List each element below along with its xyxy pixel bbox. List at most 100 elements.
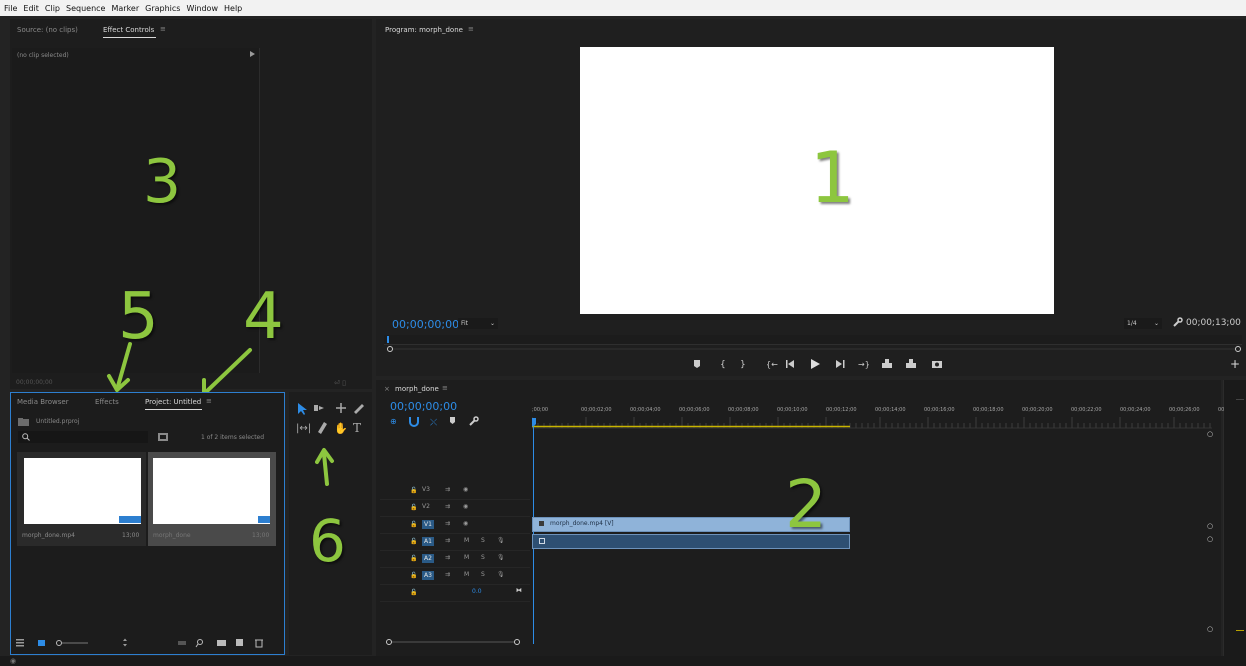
step-forward-icon[interactable] — [836, 360, 845, 368]
new-bin-icon[interactable] — [217, 640, 226, 646]
scroll-handle-bottom[interactable]: ○ — [1207, 625, 1213, 633]
extract-icon[interactable] — [906, 359, 916, 368]
menu-sequence[interactable]: Sequence — [66, 4, 105, 13]
menu-help[interactable]: Help — [224, 4, 242, 13]
go-to-out-icon[interactable]: →} — [858, 360, 870, 369]
project-search-input[interactable] — [18, 431, 148, 443]
add-marker-icon[interactable] — [694, 360, 700, 368]
scroll-handle[interactable]: ○ — [1207, 535, 1213, 543]
menu-file[interactable]: File — [4, 4, 17, 13]
panel-menu-icon[interactable]: ≡ — [442, 384, 448, 392]
sync-lock-icon[interactable]: ⇉ — [445, 486, 450, 493]
go-to-in-icon[interactable]: {← — [766, 360, 778, 369]
track-label[interactable]: A3 — [422, 571, 434, 580]
panel-menu-icon[interactable]: ≡ — [468, 25, 474, 33]
video-track-header[interactable]: 🔓 V2 ⇉ ◉ — [380, 500, 530, 517]
master-track-header[interactable]: 🔓 0.0 ⧓ — [380, 585, 530, 602]
menu-window[interactable]: Window — [186, 4, 218, 13]
new-item-icon[interactable] — [236, 639, 243, 646]
lock-icon[interactable]: 🔓 — [410, 555, 417, 562]
video-track-header[interactable]: 🔓 V3 ⇉ ◉ — [380, 483, 530, 500]
timeline-ruler[interactable]: ;00;00 00;00;02;00 00;00;04;00 00;00;06;00 0… — [532, 407, 1224, 415]
track-label[interactable]: V3 — [422, 486, 430, 493]
mute-button[interactable]: M — [464, 571, 469, 578]
sequence-tab[interactable]: morph_done — [395, 385, 439, 393]
playhead-handle[interactable] — [532, 418, 536, 427]
lock-icon[interactable]: 🔓 — [410, 572, 417, 579]
automate-icon[interactable] — [178, 641, 186, 645]
close-icon[interactable]: × — [384, 385, 390, 393]
trash-icon[interactable] — [255, 639, 263, 648]
icon-view-icon[interactable] — [38, 640, 45, 646]
microphone-icon[interactable]: 🎙 — [497, 554, 505, 561]
track-label[interactable]: V1 — [422, 520, 434, 529]
panel-menu-icon[interactable]: ≡ — [206, 397, 212, 405]
scroll-handle[interactable]: ○ — [1207, 522, 1213, 530]
list-view-icon[interactable] — [16, 639, 24, 647]
hand-icon[interactable]: ✋ — [334, 422, 348, 435]
find-icon[interactable] — [195, 639, 203, 648]
mark-in-icon[interactable]: { — [720, 360, 726, 370]
selection-tool-icon[interactable] — [298, 403, 307, 415]
eye-icon[interactable]: ◉ — [463, 520, 468, 527]
nest-icon[interactable]: ⊕ — [390, 417, 397, 426]
microphone-icon[interactable]: 🎙 — [497, 571, 505, 578]
solo-button[interactable]: S — [481, 537, 485, 544]
lock-icon[interactable]: 🔓 — [410, 538, 417, 545]
chevron-right-icon[interactable] — [250, 51, 255, 57]
program-monitor-title[interactable]: Program: morph_done — [385, 26, 463, 34]
tab-effects[interactable]: Effects — [95, 398, 119, 406]
audio-track-header[interactable]: 🔓 A2 ⇉ M S 🎙 — [380, 551, 530, 568]
lock-icon[interactable]: 🔓 — [410, 487, 417, 494]
razor-icon[interactable] — [354, 404, 364, 414]
eye-icon[interactable]: ◉ — [463, 503, 468, 510]
solo-button[interactable]: S — [481, 571, 485, 578]
sync-lock-icon[interactable]: ⇉ — [445, 503, 450, 510]
solo-button[interactable]: S — [481, 554, 485, 561]
sync-lock-icon[interactable]: ⇉ — [445, 571, 450, 578]
program-playhead-timecode[interactable]: 00;00;00;00 — [392, 318, 459, 331]
resolution-select[interactable]: 1/4 ⌄ — [1124, 318, 1162, 329]
type-tool-icon[interactable]: T — [353, 421, 361, 435]
track-label[interactable]: A1 — [422, 537, 434, 546]
eye-icon[interactable]: ◉ — [463, 486, 468, 493]
mute-button[interactable]: M — [464, 554, 469, 561]
play-icon[interactable] — [811, 359, 820, 369]
audio-track-header[interactable]: 🔓 A3 ⇉ M S 🎙 — [380, 568, 530, 585]
menu-clip[interactable]: Clip — [45, 4, 60, 13]
tab-media-browser[interactable]: Media Browser — [17, 398, 69, 406]
wrench-icon[interactable] — [469, 416, 479, 426]
sequence-thumbnail[interactable] — [153, 458, 270, 524]
lock-icon[interactable]: 🔓 — [410, 504, 417, 511]
snap-icon[interactable] — [409, 417, 419, 427]
mark-out-icon[interactable]: } — [740, 360, 746, 370]
lock-icon[interactable]: 🔓 — [410, 589, 417, 596]
scroll-handle-top[interactable]: ○ — [1207, 430, 1213, 438]
track-label[interactable]: V2 — [422, 503, 430, 510]
pen-icon[interactable] — [318, 422, 327, 434]
ripple-edit-icon[interactable] — [336, 403, 346, 413]
add-button[interactable]: + — [1230, 357, 1240, 371]
audio-track-header[interactable]: 🔓 A1 ⇉ M S 🎙 — [380, 534, 530, 551]
menu-graphics[interactable]: Graphics — [145, 4, 180, 13]
timeline-timecode[interactable]: 00;00;00;00 — [390, 400, 457, 413]
tab-project[interactable]: Project: Untitled — [145, 398, 201, 406]
track-select-icon[interactable] — [314, 405, 324, 411]
export-frame-icon[interactable] — [932, 361, 942, 368]
sync-lock-icon[interactable]: ⇉ — [445, 520, 450, 527]
menu-marker[interactable]: Marker — [111, 4, 139, 13]
new-bin-icon[interactable] — [158, 433, 168, 441]
fit-select[interactable]: Fit ⌄ — [458, 318, 498, 329]
clip-thumbnail[interactable] — [24, 458, 141, 524]
program-time-ruler[interactable] — [384, 335, 1242, 355]
sort-icon[interactable] — [123, 638, 127, 647]
add-marker-icon[interactable] — [450, 417, 455, 424]
linked-selection-icon[interactable]: ⤬ — [430, 418, 437, 427]
lock-icon[interactable]: 🔓 — [410, 521, 417, 528]
tab-source[interactable]: Source: (no clips) — [17, 26, 78, 34]
microphone-icon[interactable]: 🎙 — [497, 537, 505, 544]
timeline-zoom-scrollbar[interactable] — [384, 637, 524, 647]
mute-button[interactable]: M — [464, 537, 469, 544]
slip-icon[interactable]: |↔| — [296, 423, 311, 434]
menu-edit[interactable]: Edit — [23, 4, 39, 13]
